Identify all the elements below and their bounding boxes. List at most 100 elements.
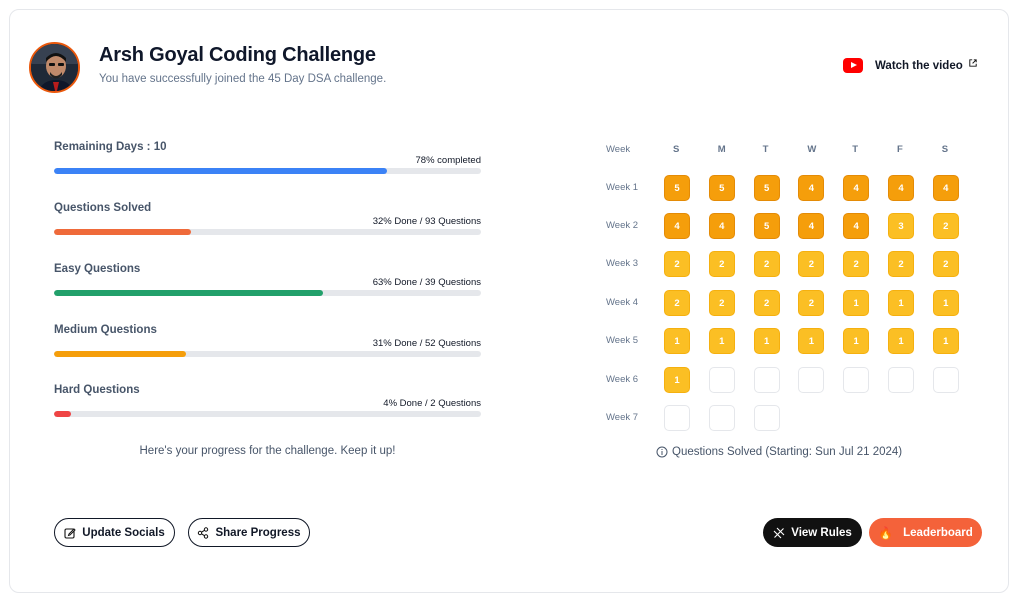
view-rules-button[interactable]: View Rules bbox=[763, 518, 862, 547]
calendar-day-header: W bbox=[807, 144, 817, 155]
watch-video-link[interactable]: Watch the video bbox=[843, 58, 977, 73]
calendar-day-cell[interactable] bbox=[708, 405, 735, 431]
progress-track bbox=[54, 290, 481, 296]
calendar-week-label: Week 2 bbox=[606, 220, 639, 231]
progress-easy-questions: Easy Questions 63% Done / 39 Questions bbox=[54, 263, 481, 296]
calendar-day-cell[interactable]: 2 bbox=[753, 251, 780, 277]
progress-fill bbox=[54, 411, 72, 417]
calendar-day-cell[interactable]: 1 bbox=[708, 328, 735, 354]
share-progress-label: Share Progress bbox=[215, 526, 301, 539]
calendar-day-cell[interactable]: 3 bbox=[888, 213, 914, 239]
calendar-day-cell[interactable]: 4 bbox=[843, 175, 870, 201]
leaderboard-label: Leaderboard bbox=[903, 526, 973, 539]
progress-fill bbox=[54, 168, 388, 174]
view-rules-label: View Rules bbox=[791, 526, 852, 539]
progress-label: Medium Questions bbox=[54, 324, 157, 336]
calendar-day-cell[interactable] bbox=[843, 367, 870, 393]
calendar-day-cell[interactable]: 2 bbox=[798, 290, 825, 316]
calendar-day-header: S bbox=[941, 144, 949, 155]
calendar-day-cell[interactable] bbox=[798, 367, 825, 393]
calendar-day-cell[interactable]: 4 bbox=[664, 213, 690, 239]
calendar-day-cell[interactable]: 1 bbox=[932, 328, 959, 354]
calendar-day-cell[interactable] bbox=[753, 405, 780, 431]
progress-status: 32% Done / 93 Questions bbox=[372, 216, 481, 227]
calendar-day-cell[interactable]: 4 bbox=[843, 213, 870, 239]
progress-hard-questions: Hard Questions 4% Done / 2 Questions bbox=[54, 384, 481, 417]
progress-questions-solved: Questions Solved 32% Done / 93 Questions bbox=[54, 202, 481, 235]
progress-fill bbox=[54, 290, 323, 296]
calendar-day-cell[interactable]: 1 bbox=[753, 328, 780, 354]
share-icon bbox=[198, 526, 209, 539]
calendar-day-cell[interactable]: 4 bbox=[798, 175, 825, 201]
progress-status: 78% completed bbox=[415, 155, 481, 166]
watch-video-label: Watch the video bbox=[875, 59, 963, 72]
calendar-day-cell[interactable]: 1 bbox=[843, 290, 870, 316]
calendar-day-header: T bbox=[762, 144, 769, 155]
calendar-day-header: M bbox=[717, 144, 726, 155]
calendar-day-cell[interactable]: 4 bbox=[932, 175, 959, 201]
calendar-day-cell[interactable]: 2 bbox=[664, 251, 690, 277]
calendar-day-cell[interactable]: 5 bbox=[753, 213, 780, 239]
calendar-week-label: Week 7 bbox=[606, 412, 639, 423]
update-socials-button[interactable]: Update Socials bbox=[54, 518, 175, 547]
calendar-week-label: Week 5 bbox=[606, 335, 639, 346]
calendar-day-cell[interactable] bbox=[708, 367, 735, 393]
progress-label: Remaining Days : 10 bbox=[54, 141, 167, 153]
calendar-day-header: S bbox=[673, 144, 680, 155]
avatar bbox=[29, 42, 80, 93]
fire-icon: 🔥 bbox=[878, 525, 894, 540]
calendar-day-cell[interactable]: 1 bbox=[664, 328, 690, 354]
progress-status: 63% Done / 39 Questions bbox=[372, 277, 481, 288]
calendar-day-header: T bbox=[852, 144, 858, 155]
calendar-day-cell[interactable] bbox=[664, 405, 690, 431]
calendar-day-cell[interactable]: 1 bbox=[798, 328, 825, 354]
progress-track bbox=[54, 411, 481, 417]
calendar-day-cell[interactable]: 4 bbox=[798, 213, 825, 239]
calendar-day-cell[interactable]: 5 bbox=[708, 175, 735, 201]
progress-label: Questions Solved bbox=[54, 202, 152, 214]
calendar-day-cell[interactable]: 1 bbox=[888, 328, 914, 354]
calendar-day-cell[interactable]: 5 bbox=[753, 175, 780, 201]
calendar-day-cell[interactable]: 4 bbox=[708, 213, 735, 239]
calendar-day-cell[interactable]: 2 bbox=[753, 290, 780, 316]
progress-label: Easy Questions bbox=[54, 263, 141, 275]
calendar-week-label: Week 3 bbox=[606, 258, 639, 269]
page-title: Arsh Goyal Coding Challenge bbox=[99, 44, 376, 66]
progress-remaining-days: Remaining Days : 10 78% completed bbox=[54, 141, 481, 174]
external-link-icon bbox=[969, 58, 977, 67]
calendar-week-header: Week bbox=[606, 144, 631, 155]
youtube-icon bbox=[843, 58, 863, 73]
progress-track bbox=[54, 229, 481, 235]
progress-medium-questions: Medium Questions 31% Done / 52 Questions bbox=[54, 324, 481, 357]
calendar-day-cell[interactable] bbox=[888, 367, 914, 393]
edit-icon bbox=[64, 527, 76, 539]
calendar-day-cell[interactable]: 2 bbox=[664, 290, 690, 316]
calendar-day-cell[interactable] bbox=[932, 367, 959, 393]
calendar-day-cell[interactable]: 1 bbox=[843, 328, 870, 354]
calendar-day-cell[interactable]: 2 bbox=[888, 251, 914, 277]
calendar-week-label: Week 4 bbox=[606, 297, 639, 308]
calendar-day-cell[interactable]: 2 bbox=[932, 213, 959, 239]
info-icon bbox=[656, 446, 668, 458]
encouragement-text: Here's your progress for the challenge. … bbox=[139, 445, 396, 457]
calendar-day-cell[interactable] bbox=[753, 367, 780, 393]
calendar-day-cell[interactable]: 1 bbox=[888, 290, 914, 316]
calendar-day-cell[interactable]: 4 bbox=[888, 175, 914, 201]
progress-track bbox=[54, 351, 481, 357]
calendar-day-cell[interactable]: 2 bbox=[932, 251, 959, 277]
calendar-day-cell[interactable]: 2 bbox=[708, 290, 735, 316]
progress-fill bbox=[54, 351, 187, 357]
calendar-day-cell[interactable]: 2 bbox=[798, 251, 825, 277]
progress-track bbox=[54, 168, 481, 174]
progress-label: Hard Questions bbox=[54, 384, 140, 396]
page-subtitle: You have successfully joined the 45 Day … bbox=[99, 73, 387, 85]
calendar-day-cell[interactable]: 2 bbox=[843, 251, 870, 277]
calendar-caption: Questions Solved (Starting: Sun Jul 21 2… bbox=[656, 446, 902, 458]
calendar-day-cell[interactable]: 1 bbox=[932, 290, 959, 316]
calendar-day-cell[interactable]: 5 bbox=[664, 175, 690, 201]
calendar-day-cell[interactable]: 2 bbox=[708, 251, 735, 277]
share-progress-button[interactable]: Share Progress bbox=[188, 518, 310, 547]
calendar-day-cell[interactable]: 1 bbox=[664, 367, 690, 393]
leaderboard-button[interactable]: 🔥 Leaderboard bbox=[869, 518, 982, 547]
calendar-week-label: Week 6 bbox=[606, 374, 639, 385]
